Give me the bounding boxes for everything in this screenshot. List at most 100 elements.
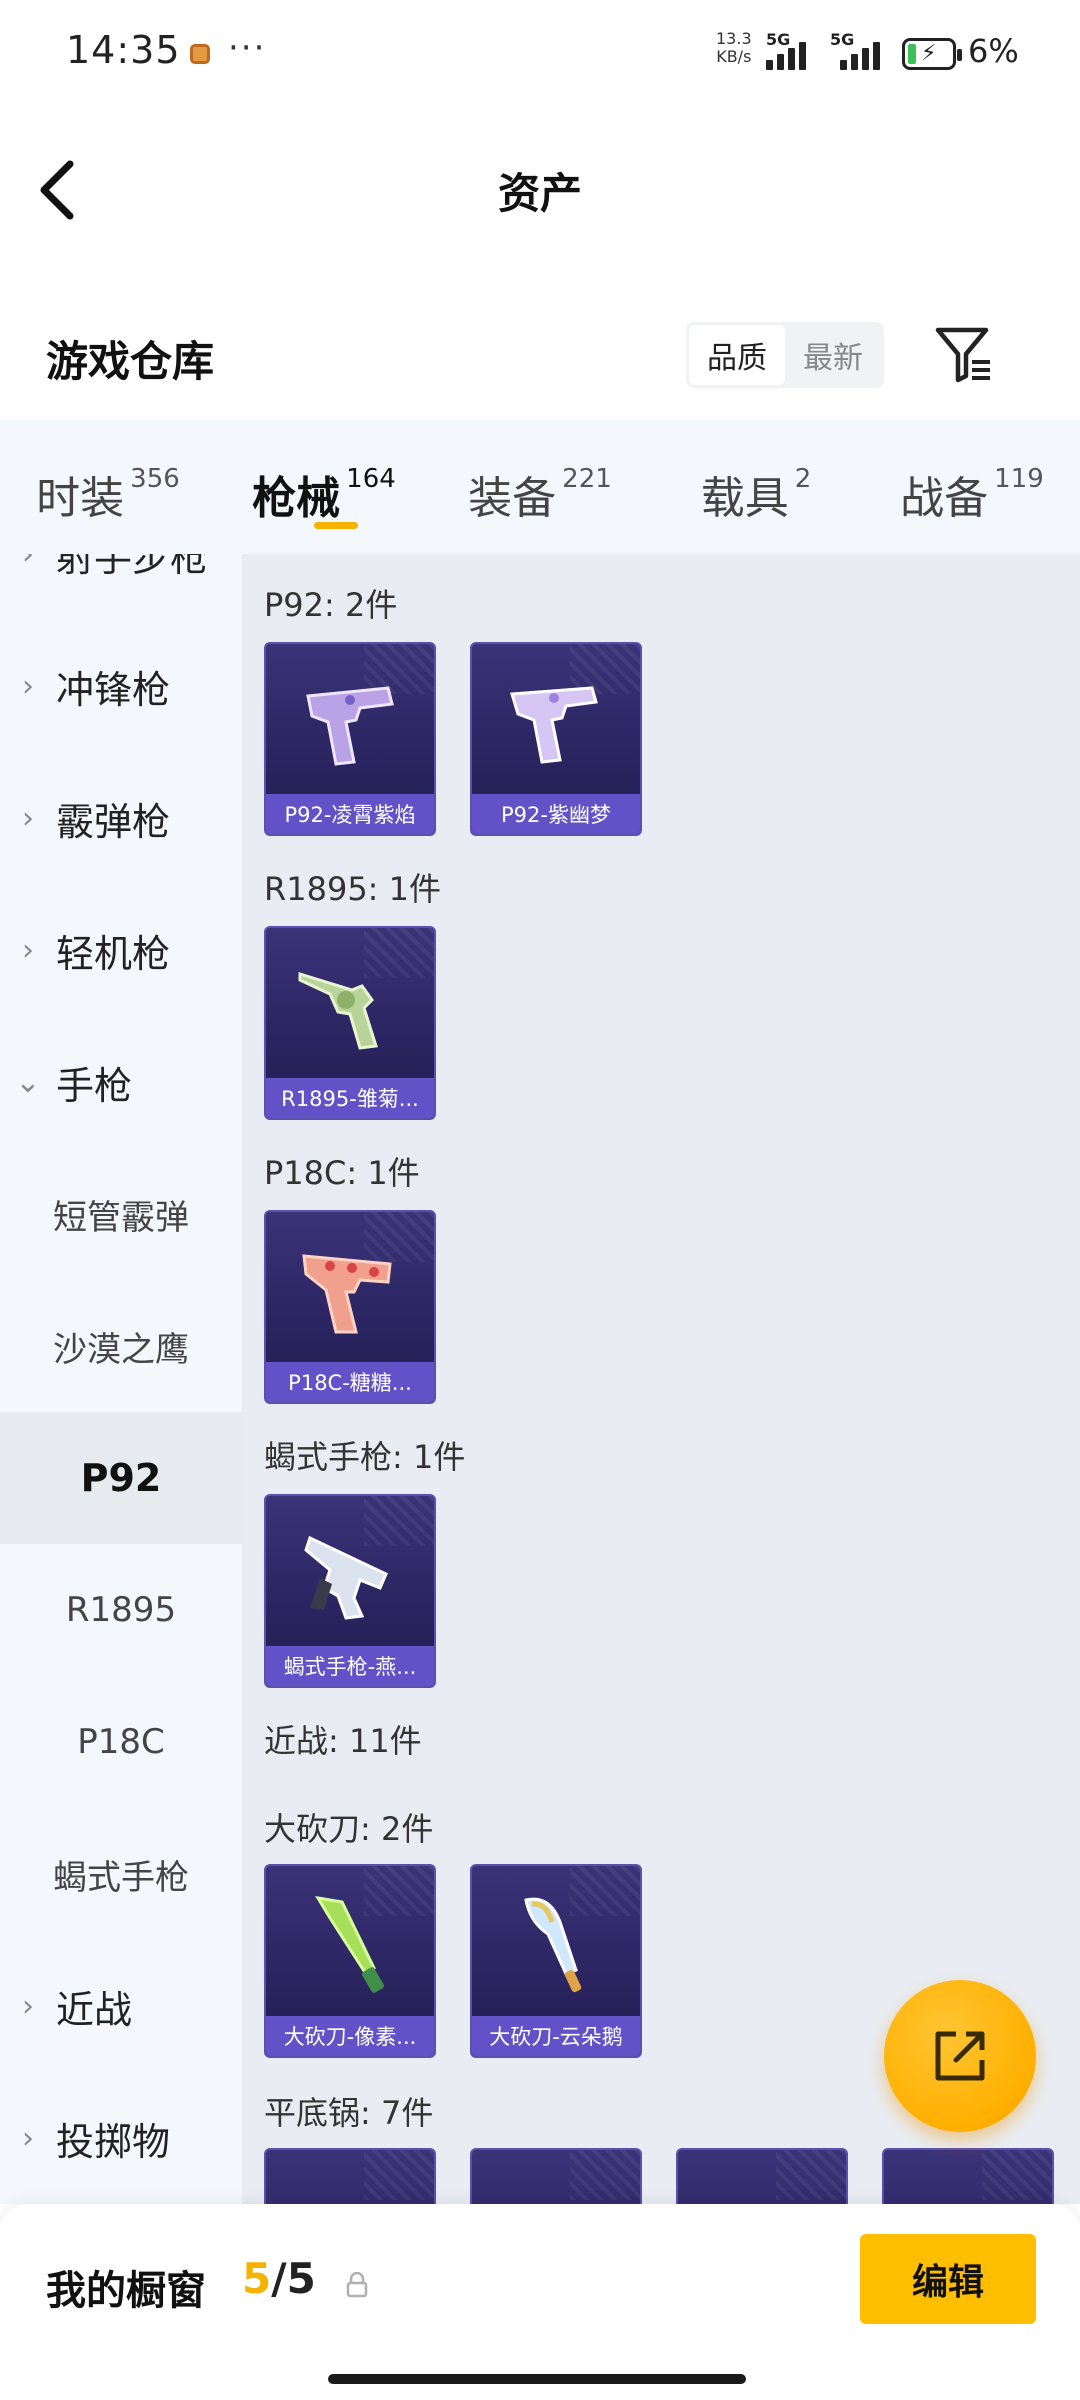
sidebar-item-throwables[interactable]: › 投掷物 — [0, 2072, 242, 2204]
tab-count: 119 — [994, 464, 1044, 494]
revolver-image — [266, 940, 434, 1070]
sidebar-item-smg[interactable]: › 冲锋枪 — [0, 620, 242, 752]
warehouse-title: 游戏仓库 — [46, 337, 215, 386]
chevron-right-icon: › — [22, 1988, 34, 2024]
app-notification-icon — [190, 44, 210, 64]
pistol-image — [266, 1224, 434, 1354]
tab-count: 164 — [346, 464, 396, 494]
tab-fashion[interactable]: 时装 356 — [0, 420, 216, 554]
item-caption: 蝎式手枪-燕... — [266, 1646, 434, 1686]
showcase-separator: / — [271, 2254, 287, 2303]
item-card[interactable]: P92-紫幽梦 — [470, 642, 642, 836]
status-time: 14:35 — [66, 28, 181, 72]
sidebar-subitem-scorpion[interactable]: 蝎式手枪 — [0, 1808, 242, 1940]
item-caption: P92-紫幽梦 — [472, 794, 640, 834]
sidebar-item-label: 霰弹枪 — [56, 799, 171, 844]
filter-icon — [935, 327, 990, 383]
sort-option-newest[interactable]: 最新 — [785, 325, 881, 385]
item-card[interactable] — [264, 2148, 436, 2204]
chevron-right-icon: › — [22, 668, 34, 704]
group-heading: 平底锅: 7件 — [264, 2094, 434, 2132]
tab-count: 2 — [794, 464, 812, 494]
showcase-bar: 我的橱窗 5/5 编辑 — [0, 2204, 1080, 2400]
item-caption: 大砍刀-云朵鹅 — [472, 2016, 640, 2056]
lock-icon — [346, 2272, 368, 2298]
item-caption: P92-凌霄紫焰 — [266, 794, 434, 834]
sidebar: › 射手步枪 › 冲锋枪 › 霰弹枪 › 轻机枪 ⌄ 手枪 短管霰弹 沙漠之鹰 … — [0, 554, 242, 2204]
battery-percent: 6% — [968, 32, 1019, 70]
sort-toggle: 品质 最新 — [686, 322, 884, 388]
chevron-right-icon: › — [22, 554, 34, 572]
chevron-right-icon: › — [22, 2120, 34, 2156]
item-card[interactable] — [470, 2148, 642, 2204]
sidebar-item-label: 射手步枪 — [56, 554, 209, 580]
tab-label: 时装 — [36, 473, 125, 524]
tab-vehicles[interactable]: 载具 2 — [648, 420, 864, 554]
sidebar-item-label: 手枪 — [56, 1063, 133, 1108]
tab-label: 战备 — [900, 473, 989, 524]
chevron-down-icon: ⌄ — [15, 1064, 41, 1100]
item-card[interactable] — [882, 2148, 1054, 2204]
showcase-current: 5 — [242, 2254, 272, 2303]
sidebar-subitem-desert-eagle[interactable]: 沙漠之鹰 — [0, 1280, 242, 1412]
tab-equipment[interactable]: 装备 221 — [432, 420, 648, 554]
group-heading: R1895: 1件 — [264, 870, 441, 908]
sidebar-subitem-r1895[interactable]: R1895 — [0, 1544, 242, 1676]
tab-supplies[interactable]: 战备 119 — [864, 420, 1080, 554]
tab-label: 枪械 — [252, 473, 341, 524]
item-card[interactable]: 大砍刀-云朵鹅 — [470, 1864, 642, 2058]
item-card[interactable]: 大砍刀-像素... — [264, 1864, 436, 2058]
sidebar-item-label: 近战 — [56, 1987, 133, 2032]
share-fab-button[interactable] — [884, 1980, 1036, 2132]
showcase-count: 5/5 — [242, 2254, 316, 2303]
sidebar-item-label: 冲锋枪 — [56, 667, 171, 712]
smg-pistol-image — [266, 1508, 434, 1638]
network-speed-unit: KB/s — [716, 47, 752, 66]
tab-count: 221 — [562, 464, 612, 494]
group-heading: P18C: 1件 — [264, 1154, 420, 1192]
sidebar-subitem-sawed-off[interactable]: 短管霰弹 — [0, 1148, 242, 1280]
category-tabs: 时装 356 枪械 164 装备 221 载具 2 战备 119 — [0, 420, 1080, 554]
tab-label: 装备 — [468, 473, 557, 524]
item-caption: 大砍刀-像素... — [266, 2016, 434, 2056]
sidebar-subitem-p92[interactable]: P92 — [0, 1412, 242, 1544]
item-card[interactable]: P18C-糖糖... — [264, 1210, 436, 1404]
nav-header: 资产 — [0, 110, 1080, 280]
pistol-image — [472, 656, 640, 786]
sidebar-item-pistol[interactable]: ⌄ 手枪 — [0, 1016, 242, 1148]
sidebar-subitem-p18c[interactable]: P18C — [0, 1676, 242, 1808]
external-link-icon — [935, 2031, 985, 2081]
pistol-image — [266, 656, 434, 786]
tab-firearms[interactable]: 枪械 164 — [216, 420, 432, 554]
showcase-max: 5 — [286, 2254, 316, 2303]
item-card[interactable]: 蝎式手枪-燕... — [264, 1494, 436, 1688]
charging-icon: ⚡ — [921, 41, 937, 66]
machete-image — [266, 1878, 434, 2008]
sidebar-item-label: 投掷物 — [56, 2119, 171, 2164]
battery-icon: ⚡ — [902, 38, 962, 70]
group-heading: 大砍刀: 2件 — [264, 1810, 434, 1848]
item-card[interactable]: P92-凌霄紫焰 — [264, 642, 436, 836]
group-heading: 近战: 11件 — [264, 1722, 422, 1760]
edit-button[interactable]: 编辑 — [860, 2234, 1036, 2324]
group-heading: P92: 2件 — [264, 586, 398, 624]
item-caption: P18C-糖糖... — [266, 1362, 434, 1402]
more-notifications-icon: ··· — [228, 28, 267, 68]
sidebar-item-lmg[interactable]: › 轻机枪 — [0, 884, 242, 1016]
tab-label: 载具 — [700, 473, 789, 524]
showcase-label: 我的橱窗 — [46, 2268, 206, 2314]
network-speed: 13.3 KB/s — [716, 30, 752, 66]
sidebar-item-melee[interactable]: › 近战 — [0, 1940, 242, 2072]
chevron-right-icon: › — [22, 800, 34, 836]
item-caption: R1895-雏菊... — [266, 1078, 434, 1118]
filter-button[interactable] — [934, 322, 994, 388]
sidebar-item-shotgun[interactable]: › 霰弹枪 — [0, 752, 242, 884]
signal-strength-icon-2 — [840, 36, 890, 70]
item-card[interactable]: R1895-雏菊... — [264, 926, 436, 1120]
sidebar-item-marksman-rifle[interactable]: › 射手步枪 — [0, 554, 242, 620]
group-heading: 蝎式手枪: 1件 — [264, 1438, 466, 1476]
sort-option-quality[interactable]: 品质 — [689, 325, 785, 385]
item-grid: P92: 2件 P92-凌霄紫焰 P92-紫幽梦 R1895: 1件 R1895… — [242, 554, 1080, 2204]
home-indicator[interactable] — [328, 2374, 746, 2384]
item-card[interactable] — [676, 2148, 848, 2204]
